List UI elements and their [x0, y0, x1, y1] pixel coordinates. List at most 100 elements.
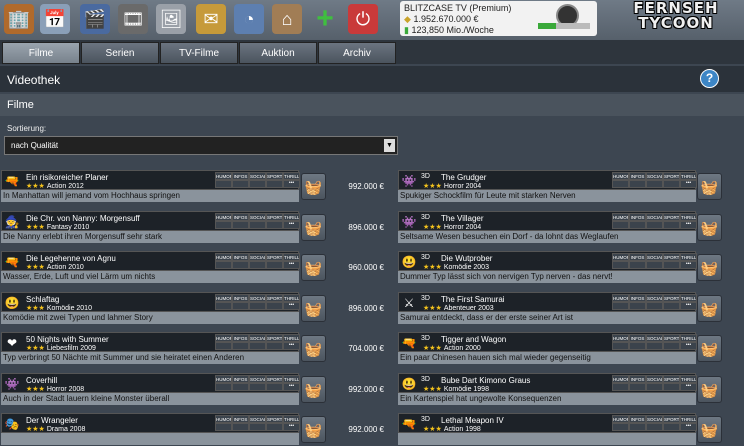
- movie-price: 992.000 €: [348, 182, 384, 191]
- tab-filme[interactable]: Filme: [2, 42, 80, 64]
- chevron-down-icon[interactable]: ▼: [384, 139, 395, 152]
- basket-icon[interactable]: 🧺: [301, 416, 326, 443]
- tab-archiv[interactable]: Archiv: [318, 42, 396, 64]
- category-value: •••: [680, 180, 697, 188]
- category-value: [249, 301, 266, 310]
- category-value: [612, 261, 629, 269]
- category-label: THRILL: [283, 374, 300, 383]
- category-value: •••: [283, 382, 300, 391]
- basket-icon[interactable]: 🧺: [697, 294, 722, 322]
- movie-card[interactable]: 👾 3D The Villager ★★★ Horror 2004 HUMOR INFOS S…: [398, 210, 697, 244]
- movie-card[interactable]: 👾 3D The Grudger ★★★ Horror 2004 HUMOR INFOS SO…: [398, 170, 697, 203]
- movie-card[interactable]: 🧙 Die Chr. von Nanny: Morgensuff ★★★ Fantas…: [1, 210, 300, 244]
- category-label: SPORT: [266, 293, 283, 302]
- basket-icon[interactable]: 🧺: [697, 375, 722, 403]
- camera-badge: 3D: [421, 375, 430, 383]
- movie-genre: Action 2010: [46, 264, 84, 271]
- category-label: SPORT: [266, 334, 283, 342]
- category-label: INFOS: [232, 334, 249, 342]
- movie-title: Die Chr. von Nanny: Morgensuff: [26, 213, 140, 223]
- category-label: SPORT: [663, 212, 680, 221]
- envelope-icon[interactable]: ✉: [196, 4, 226, 34]
- basket-icon[interactable]: 🧺: [697, 335, 722, 362]
- basket-icon[interactable]: 🧺: [301, 335, 326, 362]
- basket-icon[interactable]: 🧺: [697, 416, 722, 443]
- category-label: HUMOR: [612, 253, 629, 261]
- picture-icon[interactable]: 🖼: [156, 4, 186, 34]
- category-value: [232, 382, 249, 391]
- movie-description: Auch in der Stadt lauern kleine Monster …: [1, 392, 299, 405]
- camera-badge: 3D: [421, 416, 430, 423]
- movie-description: Ein Kartenspiel hat ungewolte Konsequenz…: [398, 392, 696, 405]
- movie-card[interactable]: 😃 3D Bube Dart Kimono Graus ★★★ Komödie 1998…: [398, 372, 697, 406]
- studio-icon[interactable]: ⌂: [272, 4, 302, 34]
- movie-card[interactable]: 🎭 Der Wrangeler ★★★ Drama 2008 HUMOR INFOS SOC…: [1, 413, 300, 446]
- basket-icon[interactable]: 🧺: [301, 254, 326, 281]
- category-value: [646, 342, 663, 350]
- monster-icon: 👾: [401, 214, 417, 229]
- basket-icon[interactable]: 🧺: [697, 213, 722, 241]
- pie-chart-icon[interactable]: ◔: [234, 4, 264, 34]
- movie-card[interactable]: 🔫 3D Lethal Meapon IV ★★★ Action 1998 HUMOR IN…: [398, 413, 697, 446]
- category-label: SOCIAL: [646, 415, 663, 423]
- movie-rating: ★★★ Action 2012: [26, 183, 84, 190]
- movie-card[interactable]: 🔫 Ein risikoreicher Planer ★★★ Action 2012 H…: [1, 170, 300, 203]
- tab-auktion[interactable]: Auktion: [239, 42, 317, 64]
- category-label: SOCIAL: [249, 212, 266, 221]
- category-grid: HUMOR INFOS SOCIAL SPORT THRILL •••: [215, 334, 300, 351]
- basket-icon[interactable]: 🧺: [697, 173, 722, 200]
- movie-card[interactable]: 🔫 3D Tigger and Wagon ★★★ Action 2000 HUMOR IN…: [398, 332, 697, 365]
- camera-badge: 3D: [421, 213, 430, 221]
- category-label: INFOS: [232, 253, 249, 261]
- movie-rating: ★★★ Horror 2008: [26, 385, 85, 393]
- category-label: SPORT: [266, 253, 283, 261]
- movie-card[interactable]: 🔫 Die Legehenne von Agnu ★★★ Action 2010 HUM…: [1, 251, 300, 284]
- category-value: [232, 423, 249, 431]
- add-icon[interactable]: +: [310, 2, 340, 35]
- basket-icon[interactable]: 🧺: [697, 254, 722, 281]
- sort-select[interactable]: nach Qualität ▼: [4, 136, 398, 155]
- category-label: SOCIAL: [646, 374, 663, 383]
- tab-tv-filme[interactable]: TV-Filme: [160, 42, 238, 64]
- movie-header: 😃 Schlaftag ★★★ Komödie 2010 HUMOR INFOS SOCIA…: [1, 291, 300, 312]
- calendar-icon[interactable]: 📅: [40, 4, 70, 34]
- office-icon[interactable]: 🏢: [4, 4, 34, 34]
- category-value: [629, 180, 646, 188]
- basket-icon[interactable]: 🧺: [301, 375, 326, 403]
- drama-icon: 🎭: [4, 417, 20, 431]
- power-icon[interactable]: ⏻: [348, 4, 378, 34]
- money-display: ◆ 1.952.670.000 €: [404, 14, 479, 24]
- basket-icon[interactable]: 🧺: [301, 213, 326, 241]
- movie-genre: Action 1998: [443, 426, 481, 433]
- category-value: [663, 261, 680, 269]
- basket-icon[interactable]: 🧺: [301, 294, 326, 322]
- movie-description: Typ verbringt 50 Nächte mit Summer und s…: [1, 352, 299, 364]
- movie-card[interactable]: 😃 Schlaftag ★★★ Komödie 2010 HUMOR INFOS SOCIA…: [1, 291, 300, 325]
- film-reel-icon[interactable]: 🎞: [118, 4, 148, 34]
- basket-icon[interactable]: 🧺: [301, 173, 326, 200]
- page-header: Videothek ?: [0, 66, 744, 92]
- category-value: [249, 382, 266, 391]
- movie-title: Die Legehenne von Agnu: [26, 254, 116, 263]
- heart-icon: ❤: [6, 336, 18, 350]
- category-value: •••: [283, 180, 300, 188]
- category-label: SOCIAL: [249, 334, 266, 342]
- movie-card[interactable]: ❤ 50 Nights with Summer ★★★ Liebesfilm 2009…: [1, 332, 300, 365]
- movie-card[interactable]: 👾 Coverhill ★★★ Horror 2008 HUMOR INFOS SOCIAL…: [1, 372, 300, 406]
- movie-rating: ★★★ Action 2000: [423, 345, 481, 352]
- category-value: [266, 261, 283, 269]
- category-value: [663, 382, 680, 391]
- director-chair-icon[interactable]: 🎬: [80, 4, 110, 34]
- category-label: SOCIAL: [646, 253, 663, 261]
- category-value: [629, 220, 646, 229]
- movie-card[interactable]: ⚔ 3D The First Samurai ★★★ Abenteuer 2003 HUM…: [398, 291, 697, 325]
- category-value: [612, 423, 629, 431]
- help-icon[interactable]: ?: [700, 69, 719, 88]
- tab-serien[interactable]: Serien: [81, 42, 159, 64]
- movie-card[interactable]: 😃 3D Die Wutprober ★★★ Komödie 2003 HUMOR INFO…: [398, 251, 697, 284]
- category-value: [249, 423, 266, 431]
- category-label: INFOS: [629, 172, 646, 180]
- category-value: [215, 342, 232, 350]
- category-value: [663, 220, 680, 229]
- movie-rating: ★★★ Horror 2004: [423, 183, 482, 190]
